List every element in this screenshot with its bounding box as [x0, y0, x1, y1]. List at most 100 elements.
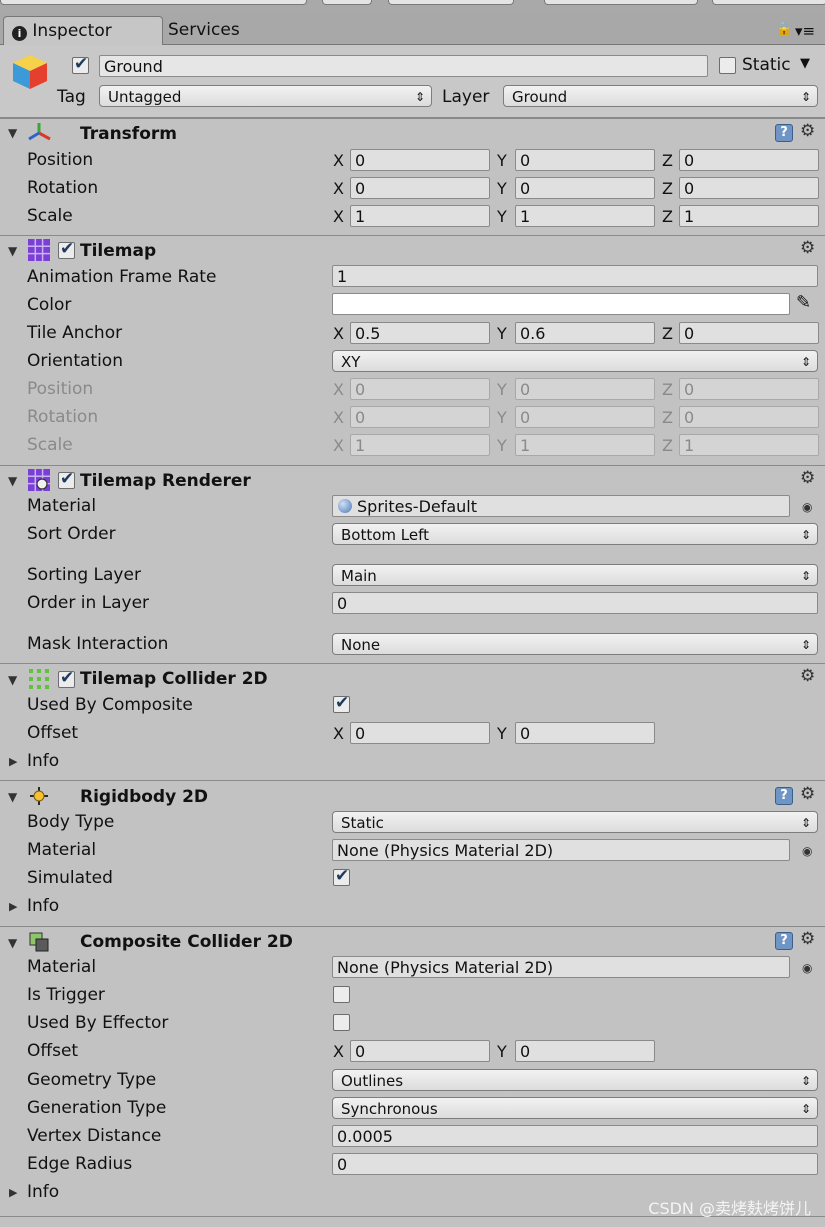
help-icon[interactable]: ?: [775, 787, 793, 805]
orientation-scale-y-field: 1: [515, 434, 655, 456]
foldout-open-icon[interactable]: ▼: [8, 790, 17, 804]
toolbar-button[interactable]: [388, 0, 514, 5]
geometry-type-value: Outlines: [341, 1072, 404, 1090]
rigidbody-icon: [30, 787, 48, 805]
mask-interaction-dropdown[interactable]: None ⇕: [332, 633, 818, 655]
material-field[interactable]: Sprites-Default: [332, 495, 790, 517]
foldout-open-icon[interactable]: ▼: [8, 244, 17, 258]
rotation-z-field[interactable]: 0: [679, 177, 819, 199]
help-icon[interactable]: ?: [775, 124, 793, 142]
rotation-y-field[interactable]: 0: [515, 177, 655, 199]
tilemap-enabled-checkbox[interactable]: [58, 239, 75, 259]
position-y-field[interactable]: 0: [515, 149, 655, 171]
simulated-checkbox[interactable]: [333, 866, 350, 886]
geometry-type-dropdown[interactable]: Outlines ⇕: [332, 1069, 818, 1091]
used-by-effector-checkbox[interactable]: [333, 1014, 350, 1031]
gear-icon[interactable]: ⚙: [800, 666, 815, 686]
physics-material-field[interactable]: None (Physics Material 2D): [332, 839, 790, 861]
toolbar-button[interactable]: [544, 0, 698, 5]
foldout-open-icon[interactable]: ▼: [8, 673, 17, 687]
orientation-scale-x-field: 1: [350, 434, 490, 456]
object-picker-icon[interactable]: ◉: [802, 844, 812, 858]
tile-anchor-x-field[interactable]: 0.5: [350, 322, 490, 344]
scale-x-field[interactable]: 1: [350, 205, 490, 227]
component-title: Tilemap Collider 2D: [80, 669, 268, 689]
eyedropper-icon[interactable]: ✎: [796, 292, 811, 313]
body-type-dropdown[interactable]: Static ⇕: [332, 811, 818, 833]
gear-icon[interactable]: ⚙: [800, 929, 815, 949]
scale-z-field[interactable]: 1: [679, 205, 819, 227]
gear-icon[interactable]: ⚙: [800, 468, 815, 488]
tab-inspector[interactable]: i Inspector: [3, 16, 163, 45]
toolbar-button[interactable]: [0, 0, 307, 5]
offset-y-field[interactable]: 0: [515, 722, 655, 744]
x-axis-label: X: [333, 408, 344, 427]
animation-frame-rate-field[interactable]: 1: [332, 265, 818, 287]
lock-icon[interactable]: 🔒: [776, 22, 792, 37]
y-axis-label: Y: [497, 1042, 507, 1061]
tile-anchor-z-field[interactable]: 0: [679, 322, 819, 344]
chevron-down-icon[interactable]: ▼: [800, 56, 810, 71]
sorting-layer-dropdown[interactable]: Main ⇕: [332, 564, 818, 586]
tilemap-collider-icon: [29, 669, 49, 689]
info-foldout-label[interactable]: Info: [27, 751, 59, 771]
orientation-dropdown[interactable]: XY ⇕: [332, 350, 818, 372]
tab-services[interactable]: Services: [160, 16, 278, 44]
tilemap-collider-enabled-checkbox[interactable]: [58, 668, 75, 688]
offset-x-field[interactable]: 0: [350, 1040, 490, 1062]
sort-order-dropdown[interactable]: Bottom Left ⇕: [332, 523, 818, 545]
toolbar-button[interactable]: [322, 0, 372, 5]
position-x-field[interactable]: 0: [350, 149, 490, 171]
scale-label: Scale: [27, 206, 73, 226]
generation-type-dropdown[interactable]: Synchronous ⇕: [332, 1097, 818, 1119]
gear-icon[interactable]: ⚙: [800, 784, 815, 804]
foldout-closed-icon[interactable]: ▶: [9, 1186, 17, 1199]
order-in-layer-field[interactable]: 0: [332, 592, 818, 614]
y-axis-label: Y: [497, 179, 507, 198]
menu-icon[interactable]: ▾≡: [795, 22, 815, 40]
info-foldout-label[interactable]: Info: [27, 896, 59, 916]
tile-anchor-y-field[interactable]: 0.6: [515, 322, 655, 344]
tag-value: Untagged: [108, 88, 182, 106]
foldout-open-icon[interactable]: ▼: [8, 936, 17, 950]
foldout-closed-icon[interactable]: ▶: [9, 900, 17, 913]
rotation-x-field[interactable]: 0: [350, 177, 490, 199]
object-name-field[interactable]: Ground: [99, 55, 708, 77]
material-label: Material: [27, 840, 97, 860]
layer-dropdown[interactable]: Ground ⇕: [503, 85, 818, 107]
foldout-open-icon[interactable]: ▼: [8, 126, 17, 140]
edge-radius-field[interactable]: 0: [332, 1153, 818, 1175]
info-foldout-label[interactable]: Info: [27, 1182, 59, 1202]
gear-icon[interactable]: ⚙: [800, 238, 815, 258]
is-trigger-checkbox[interactable]: [333, 986, 350, 1003]
toolbar-button[interactable]: [712, 0, 825, 5]
tilemap-renderer-enabled-checkbox[interactable]: [58, 469, 75, 489]
physics-material-field[interactable]: None (Physics Material 2D): [332, 956, 790, 978]
offset-y-field[interactable]: 0: [515, 1040, 655, 1062]
vertex-distance-field[interactable]: 0.0005: [332, 1125, 818, 1147]
tab-label: Inspector: [32, 21, 112, 41]
static-checkbox[interactable]: [719, 57, 736, 74]
scale-y-field[interactable]: 1: [515, 205, 655, 227]
orientation-position-y-field: 0: [515, 378, 655, 400]
composite-collider-icon: [29, 932, 49, 952]
foldout-open-icon[interactable]: ▼: [8, 474, 17, 488]
orientation-position-z-field: 0: [679, 378, 819, 400]
generation-type-label: Generation Type: [27, 1098, 167, 1118]
object-picker-icon[interactable]: ◉: [802, 961, 812, 975]
gear-icon[interactable]: ⚙: [800, 121, 815, 141]
tile-anchor-label: Tile Anchor: [27, 323, 123, 343]
object-picker-icon[interactable]: ◉: [802, 500, 812, 514]
component-title: Tilemap: [80, 241, 157, 261]
position-z-field[interactable]: 0: [679, 149, 819, 171]
material-label: Material: [27, 957, 97, 977]
offset-x-field[interactable]: 0: [350, 722, 490, 744]
tag-label: Tag: [57, 87, 86, 107]
help-icon[interactable]: ?: [775, 932, 793, 950]
tag-dropdown[interactable]: Untagged ⇕: [99, 85, 432, 107]
component-title: Composite Collider 2D: [80, 932, 293, 952]
used-by-composite-checkbox[interactable]: [333, 693, 350, 713]
active-checkbox[interactable]: [72, 54, 89, 74]
foldout-closed-icon[interactable]: ▶: [9, 755, 17, 768]
color-field[interactable]: [332, 293, 790, 315]
